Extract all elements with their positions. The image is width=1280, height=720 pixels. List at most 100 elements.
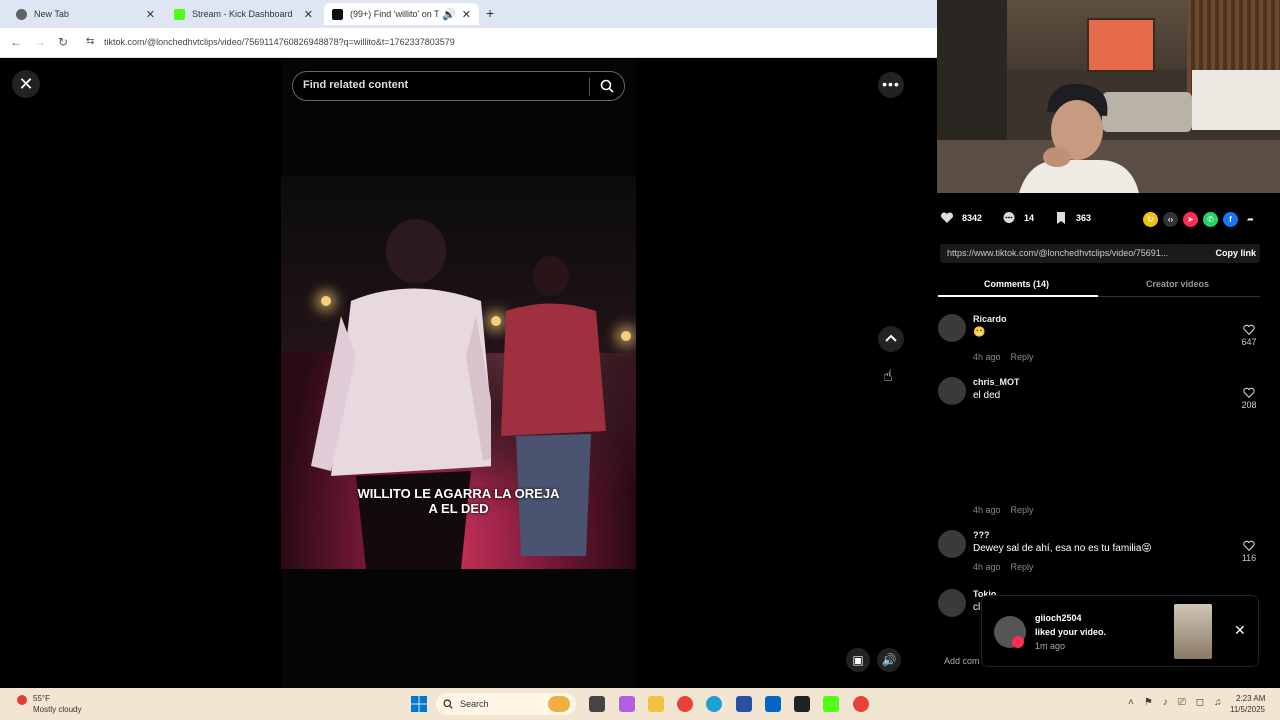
- tab-new-tab[interactable]: New Tab ✕: [8, 3, 163, 25]
- copilot-icon[interactable]: [619, 696, 635, 712]
- store-icon[interactable]: [736, 696, 752, 712]
- taskbar-search[interactable]: Search: [436, 693, 576, 715]
- comment-text: 😬: [973, 327, 986, 338]
- browser-tab-bar: New Tab ✕ Stream - Kick Dashboard ✕ (99+…: [0, 0, 937, 28]
- tab-underline: [938, 295, 1098, 297]
- avatar[interactable]: [938, 530, 966, 558]
- repost-icon[interactable]: ↻: [1143, 212, 1158, 227]
- close-icon[interactable]: ✕: [1234, 622, 1246, 639]
- outlook-icon[interactable]: [765, 696, 781, 712]
- obs-icon[interactable]: [794, 696, 810, 712]
- new-tab-button[interactable]: +: [486, 5, 494, 21]
- comment-time: 4h ago: [973, 505, 1001, 515]
- forward-icon[interactable]: →: [34, 35, 46, 49]
- tiktok-icon: [332, 8, 343, 20]
- floating-player-button[interactable]: ▣: [846, 648, 870, 672]
- close-icon[interactable]: ✕: [304, 8, 313, 21]
- search-placeholder: Find related content: [303, 79, 409, 91]
- comment-like-count: 208: [1241, 400, 1257, 410]
- avatar[interactable]: [938, 314, 966, 342]
- tab-tiktok[interactable]: (99+) Find 'willito' on TikTok 🔊 ✕: [324, 3, 479, 25]
- add-comment-input[interactable]: Add com: [944, 656, 980, 666]
- comment-like-count: 116: [1241, 553, 1257, 563]
- search-label: Search: [460, 699, 489, 709]
- comment-icon[interactable]: [1002, 211, 1016, 225]
- chrome-app-icon[interactable]: [853, 696, 869, 712]
- close-viewer-button[interactable]: ✕: [12, 70, 40, 98]
- comment-item: Ricardo 😬 4h ago Reply 647: [938, 314, 1260, 370]
- webcam-painting: [1087, 18, 1155, 72]
- webcam-bed: [1192, 70, 1280, 130]
- edge-icon[interactable]: [706, 696, 722, 712]
- reply-button[interactable]: Reply: [1011, 562, 1034, 572]
- tab-creator-videos[interactable]: Creator videos: [1146, 279, 1209, 289]
- send-icon[interactable]: ➤: [1183, 212, 1198, 227]
- weather-icon[interactable]: [16, 693, 30, 707]
- comment-item: chris_MOT el ded 4h ago Reply 208: [938, 377, 1260, 517]
- comment-tabs: Comments (14) Creator videos: [938, 273, 1260, 297]
- kick-app-icon[interactable]: [823, 696, 839, 712]
- share-link[interactable]: https://www.tiktok.com/@lonchedhvtclips/…: [947, 248, 1192, 258]
- webcam-streamer: [1019, 83, 1139, 193]
- reply-button[interactable]: Reply: [1011, 505, 1034, 515]
- comment-user[interactable]: ???: [973, 530, 990, 540]
- comment-like-button[interactable]: 116: [1238, 540, 1260, 563]
- avatar[interactable]: [938, 377, 966, 405]
- tab-comments[interactable]: Comments (14): [984, 279, 1049, 289]
- comment-text: Dewey sal de ahí, esa no es tu familia😝: [973, 543, 1152, 554]
- search-icon: [443, 699, 453, 709]
- url-field[interactable]: tiktok.com/@lonchedhvtclips/video/756911…: [104, 37, 455, 47]
- reply-button[interactable]: Reply: [1011, 352, 1034, 362]
- site-info-icon[interactable]: ⇆: [86, 36, 94, 47]
- comment-user[interactable]: Ricardo: [973, 314, 1007, 324]
- clock-date[interactable]: 11/5/2025: [1230, 705, 1265, 714]
- speaker-icon[interactable]: 🔊: [442, 8, 456, 21]
- video-player[interactable]: WILLITO LE AGARRA LA OREJA A EL DED: [281, 176, 636, 569]
- kick-icon: [174, 8, 185, 20]
- windows-start-icon[interactable]: [411, 696, 427, 712]
- system-tray-icons[interactable]: ˄⚑♪⎚◻♫: [1128, 697, 1232, 708]
- tab-kick-dashboard[interactable]: Stream - Kick Dashboard ✕: [166, 3, 321, 25]
- address-bar: ← → ↻ ⇆ tiktok.com/@lonchedhvtclips/vide…: [0, 28, 937, 58]
- avatar[interactable]: [938, 589, 966, 617]
- hand-cursor-icon: ☝: [883, 368, 893, 385]
- video-viewer: ✕ Find related content ••• WILLITO LE AG…: [0, 58, 937, 688]
- close-icon[interactable]: ✕: [462, 8, 471, 21]
- comment-item: ??? Dewey sal de ahí, esa no es tu famil…: [938, 530, 1260, 580]
- more-options-button[interactable]: •••: [878, 72, 904, 98]
- reload-icon[interactable]: ↻: [58, 35, 68, 49]
- copy-link-button[interactable]: Copy link: [1215, 248, 1256, 258]
- chevron-up-icon: [885, 334, 897, 342]
- search-icon[interactable]: [600, 79, 614, 93]
- tab-title: Stream - Kick Dashboard: [192, 9, 293, 19]
- heart-icon[interactable]: [940, 211, 954, 225]
- clock-time[interactable]: 2:23 AM: [1236, 694, 1265, 703]
- notification-toast[interactable]: giioch2504 liked your video. 1m ago ✕: [982, 596, 1258, 666]
- caption-line: A EL DED: [428, 501, 489, 516]
- comment-time: 4h ago: [973, 352, 1001, 362]
- whatsapp-icon[interactable]: ✆: [1203, 212, 1218, 227]
- task-view-icon[interactable]: [589, 696, 605, 712]
- file-explorer-icon[interactable]: [648, 696, 664, 712]
- volume-icon[interactable]: 🔊: [877, 648, 901, 672]
- previous-video-button[interactable]: [878, 326, 904, 352]
- embed-icon[interactable]: ‹›: [1163, 212, 1178, 227]
- video-person-plaid-shirt: [501, 256, 606, 556]
- comment-like-button[interactable]: 208: [1238, 387, 1260, 410]
- heart-outline-icon: [1243, 387, 1255, 399]
- share-arrow-icon[interactable]: ➦: [1243, 212, 1258, 227]
- close-icon[interactable]: ✕: [146, 8, 155, 21]
- notification-user: giioch2504: [1035, 613, 1082, 623]
- bookmark-icon[interactable]: [1054, 211, 1068, 225]
- comment-meta: 4h ago Reply: [973, 562, 1034, 572]
- back-icon[interactable]: ←: [10, 35, 22, 49]
- facebook-icon[interactable]: f: [1223, 212, 1238, 227]
- comment-like-button[interactable]: 647: [1238, 324, 1260, 347]
- comment-count: 14: [1024, 213, 1035, 223]
- comment-text: el ded: [973, 390, 1001, 401]
- related-search-input[interactable]: Find related content: [292, 71, 625, 101]
- weather-desc: Mostly cloudy: [33, 705, 82, 714]
- video-caption: WILLITO LE AGARRA LA OREJA A EL DED: [281, 486, 636, 516]
- comment-user[interactable]: chris_MOT: [973, 377, 1020, 387]
- chrome-app-icon[interactable]: [677, 696, 693, 712]
